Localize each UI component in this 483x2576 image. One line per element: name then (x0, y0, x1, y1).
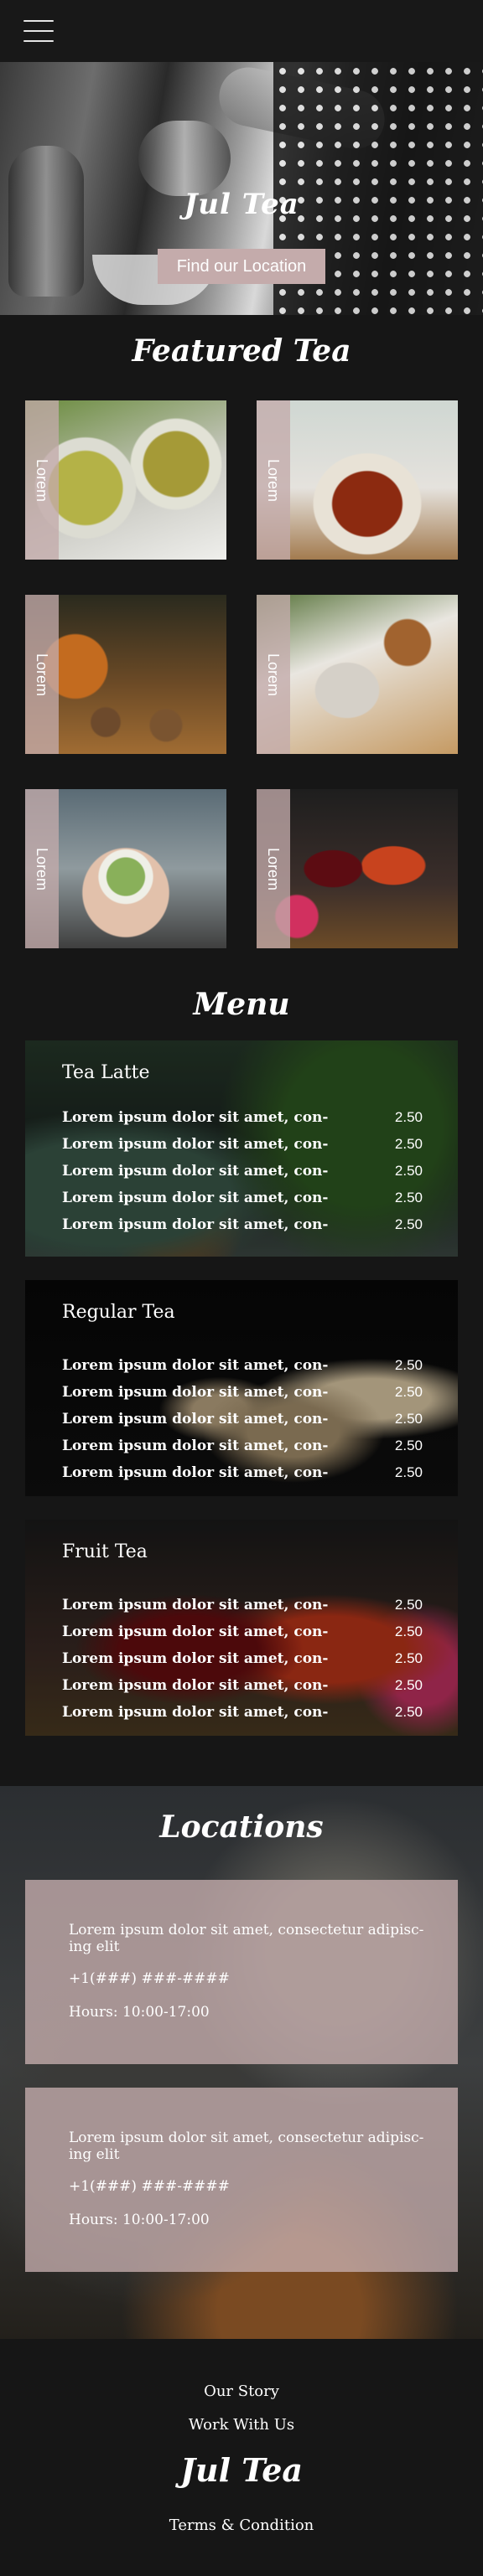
menu-item-price: 2.50 (394, 1650, 423, 1666)
menu-section-title: Tea Latte (62, 1062, 150, 1083)
menu-item[interactable]: Lorem ipsum dolor sit amet, con- 2.50 (62, 1597, 423, 1622)
featured-tile[interactable]: Lorem (257, 400, 458, 560)
menu-item[interactable]: Lorem ipsum dolor sit amet, con- 2.50 (62, 1357, 423, 1382)
featured-tile-tag: Lorem (257, 595, 290, 754)
menu-item-price: 2.50 (394, 1704, 423, 1720)
menu-item[interactable]: Lorem ipsum dolor sit amet, con- 2.50 (62, 1624, 423, 1649)
find-location-button[interactable]: Find our Location (158, 249, 325, 284)
menu-item[interactable]: Lorem ipsum dolor sit amet, con- 2.50 (62, 1464, 423, 1489)
menu-item-price: 2.50 (394, 1357, 423, 1373)
menu-title: Menu (193, 987, 290, 1022)
menu-item-price: 2.50 (394, 1438, 423, 1453)
featured-tile-label: Lorem (34, 653, 51, 696)
menu-item-name: Lorem ipsum dolor sit amet, con- (62, 1136, 329, 1153)
hero-photo-vase (8, 146, 84, 297)
footer: Our Story Work With Us Jul Tea Terms & C… (0, 2339, 483, 2576)
featured-tile-label: Lorem (34, 458, 51, 502)
footer-link-work-with-us[interactable]: Work With Us (0, 2416, 483, 2434)
menu-item[interactable]: Lorem ipsum dolor sit amet, con- 2.50 (62, 1216, 423, 1242)
footer-link-terms[interactable]: Terms & Condition (0, 2517, 483, 2534)
location-hours: Hours: 10:00-17:00 (69, 2212, 210, 2228)
menu-item[interactable]: Lorem ipsum dolor sit amet, con- 2.50 (62, 1650, 423, 1675)
menu-item-price: 2.50 (394, 1136, 423, 1152)
location-address: Lorem ipsum dolor sit amet, consectetur … (69, 1922, 424, 1955)
footer-logo: Jul Tea (180, 2451, 303, 2489)
menu-item-name: Lorem ipsum dolor sit amet, con- (62, 1650, 329, 1667)
location-hours: Hours: 10:00-17:00 (69, 2004, 210, 2021)
featured-tile-tag: Lorem (25, 400, 59, 560)
featured-tile[interactable]: Lorem (25, 595, 226, 754)
menu-item[interactable]: Lorem ipsum dolor sit amet, con- 2.50 (62, 1438, 423, 1463)
hero-banner: Jul Tea Find our Location (0, 62, 483, 315)
menu-item-name: Lorem ipsum dolor sit amet, con- (62, 1597, 329, 1613)
menu-item[interactable]: Lorem ipsum dolor sit amet, con- 2.50 (62, 1384, 423, 1409)
location-phone: +1(###) ###-#### (69, 1970, 230, 1987)
menu-item[interactable]: Lorem ipsum dolor sit amet, con- 2.50 (62, 1109, 423, 1134)
menu-item-price: 2.50 (394, 1677, 423, 1693)
menu-section-tea-latte: Tea Latte Lorem ipsum dolor sit amet, co… (25, 1040, 458, 1257)
menu-item[interactable]: Lorem ipsum dolor sit amet, con- 2.50 (62, 1704, 423, 1729)
locations-section: Locations Lorem ipsum dolor sit amet, co… (0, 1786, 483, 2339)
menu-item-name: Lorem ipsum dolor sit amet, con- (62, 1704, 329, 1721)
featured-tile[interactable]: Lorem (257, 595, 458, 754)
featured-title: Featured Tea (132, 333, 351, 369)
menu-item-name: Lorem ipsum dolor sit amet, con- (62, 1411, 329, 1427)
featured-tile-tag: Lorem (257, 400, 290, 560)
menu-item-price: 2.50 (394, 1624, 423, 1639)
menu-item-name: Lorem ipsum dolor sit amet, con- (62, 1677, 329, 1694)
featured-tile-tag: Lorem (25, 789, 59, 948)
menu-item-price: 2.50 (394, 1384, 423, 1400)
menu-item-name: Lorem ipsum dolor sit amet, con- (62, 1384, 329, 1401)
menu-item[interactable]: Lorem ipsum dolor sit amet, con- 2.50 (62, 1677, 423, 1702)
featured-tile[interactable]: Lorem (25, 789, 226, 948)
location-card[interactable]: Lorem ipsum dolor sit amet, consectetur … (25, 2088, 458, 2272)
footer-link-our-story[interactable]: Our Story (0, 2382, 483, 2400)
menu-section-regular-tea: Regular Tea Lorem ipsum dolor sit amet, … (25, 1280, 458, 1496)
menu-item[interactable]: Lorem ipsum dolor sit amet, con- 2.50 (62, 1163, 423, 1188)
hamburger-icon[interactable] (23, 20, 54, 42)
menu-item-price: 2.50 (394, 1190, 423, 1205)
featured-tile[interactable]: Lorem (25, 400, 226, 560)
menu-item-name: Lorem ipsum dolor sit amet, con- (62, 1438, 329, 1454)
menu-item[interactable]: Lorem ipsum dolor sit amet, con- 2.50 (62, 1136, 423, 1161)
featured-tile-label: Lorem (34, 847, 51, 891)
menu-section-fruit-tea: Fruit Tea Lorem ipsum dolor sit amet, co… (25, 1520, 458, 1736)
menu-item-price: 2.50 (394, 1109, 423, 1125)
location-card[interactable]: Lorem ipsum dolor sit amet, consectetur … (25, 1880, 458, 2064)
menu-item[interactable]: Lorem ipsum dolor sit amet, con- 2.50 (62, 1411, 423, 1436)
menu-item-price: 2.50 (394, 1411, 423, 1427)
featured-tile-label: Lorem (265, 847, 283, 891)
featured-tile[interactable]: Lorem (257, 789, 458, 948)
location-phone: +1(###) ###-#### (69, 2178, 230, 2195)
menu-item-name: Lorem ipsum dolor sit amet, con- (62, 1624, 329, 1640)
featured-tile-label: Lorem (265, 653, 283, 696)
menu-section-title: Fruit Tea (62, 1541, 148, 1562)
menu-item[interactable]: Lorem ipsum dolor sit amet, con- 2.50 (62, 1190, 423, 1215)
hero-photo-teapot (138, 121, 231, 196)
hero-logo: Jul Tea (184, 188, 299, 221)
top-bar (0, 0, 483, 62)
featured-tile-label: Lorem (265, 458, 283, 502)
menu-item-name: Lorem ipsum dolor sit amet, con- (62, 1163, 329, 1180)
menu-item-price: 2.50 (394, 1163, 423, 1179)
locations-title: Locations (159, 1809, 324, 1845)
featured-tile-tag: Lorem (25, 595, 59, 754)
menu-item-price: 2.50 (394, 1216, 423, 1232)
menu-item-price: 2.50 (394, 1464, 423, 1480)
menu-item-name: Lorem ipsum dolor sit amet, con- (62, 1357, 329, 1374)
menu-item-name: Lorem ipsum dolor sit amet, con- (62, 1464, 329, 1481)
location-address: Lorem ipsum dolor sit amet, consectetur … (69, 2129, 424, 2163)
menu-item-name: Lorem ipsum dolor sit amet, con- (62, 1216, 329, 1233)
menu-section-title: Regular Tea (62, 1302, 175, 1323)
menu-item-name: Lorem ipsum dolor sit amet, con- (62, 1109, 329, 1126)
menu-item-price: 2.50 (394, 1597, 423, 1613)
featured-tile-tag: Lorem (257, 789, 290, 948)
page: Jul Tea Find our Location Featured Tea L… (0, 0, 483, 2576)
menu-item-name: Lorem ipsum dolor sit amet, con- (62, 1190, 329, 1206)
